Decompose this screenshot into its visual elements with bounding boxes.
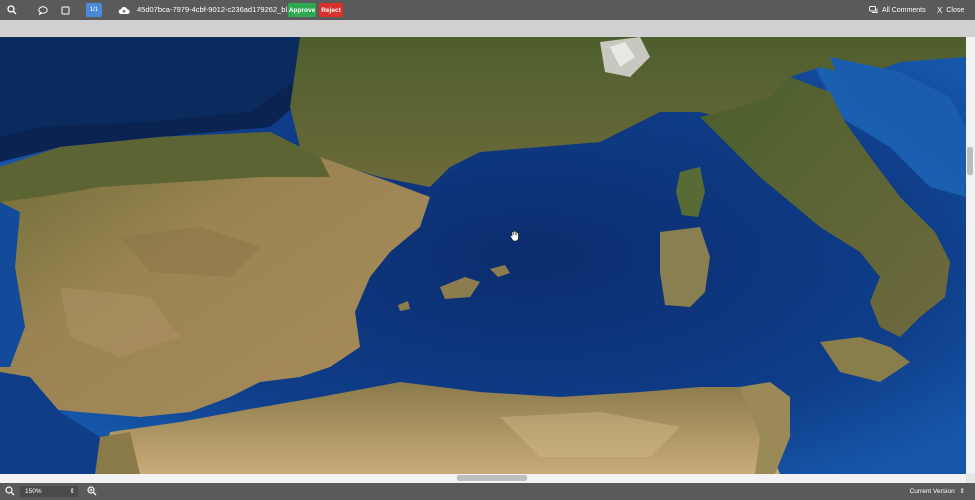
version-label: Current Version [909,488,955,495]
zoom-select[interactable]: 150% ⇕ [20,486,78,497]
file-name: 45d07bca-7979-4cbf-9012-c236ad179262_bl.… [137,5,294,14]
viewer-header-strip [0,20,975,37]
all-comments-label: All Comments [882,6,926,14]
scrollbar-corner [966,474,975,483]
square-icon[interactable] [58,0,72,20]
zoom-out-icon[interactable] [5,486,16,497]
image-viewer[interactable] [0,37,966,474]
reject-button[interactable]: Reject [319,3,343,17]
close-label: Close [946,6,965,14]
bottom-toolbar: 150% ⇕ Current Version ⇕ [0,483,975,500]
horizontal-scroll-thumb[interactable] [457,475,527,481]
chevron-updown-icon: ⇕ [69,488,75,495]
version-select[interactable]: Current Version ⇕ [910,483,965,500]
cloud-upload-icon[interactable] [117,0,131,20]
satellite-map-image [0,37,966,474]
zoom-value: 150% [25,488,42,495]
close-button[interactable]: X Close [937,0,971,20]
approve-button[interactable]: Approve [288,3,316,17]
vertical-scroll-thumb[interactable] [967,147,973,175]
chevron-updown-icon: ⇕ [959,488,965,495]
top-toolbar: 1/1 45d07bca-7979-4cbf-9012-c236ad179262… [0,0,975,20]
all-comments-button[interactable]: All Comments [869,0,939,20]
search-icon[interactable] [4,0,20,20]
page-badge[interactable]: 1/1 [86,3,102,17]
horizontal-scrollbar[interactable] [0,474,966,483]
speech-bubble-icon[interactable] [36,0,50,20]
zoom-in-icon[interactable] [87,486,98,497]
comments-icon [869,6,878,14]
close-icon: X [937,5,943,15]
vertical-scrollbar[interactable] [966,37,975,474]
